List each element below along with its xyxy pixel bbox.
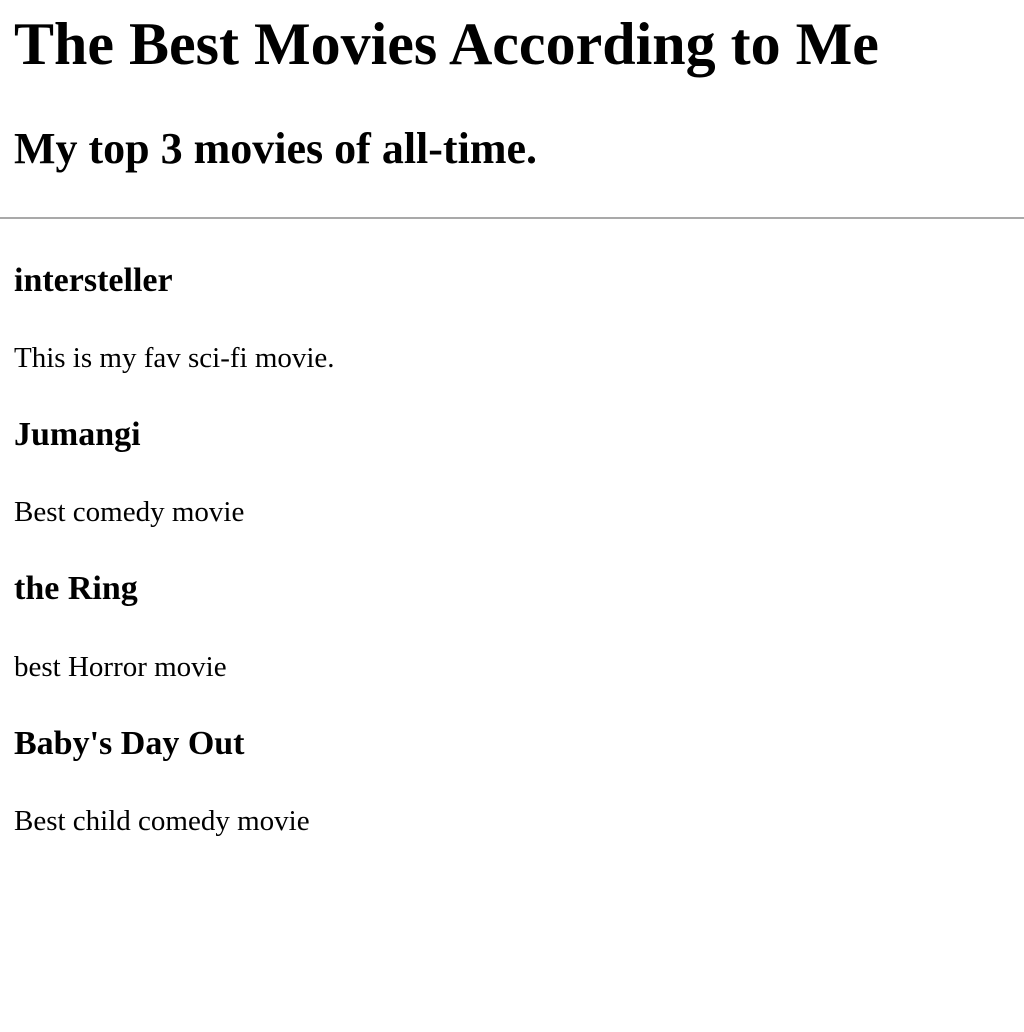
movie-description: This is my fav sci-fi movie. [14,341,335,374]
movie-description: Best child comedy movie [14,805,310,837]
movie-item: intersteller This is my fav sci-fi movie… [14,261,1024,375]
movie-description: best Horror movie [14,650,227,683]
movie-title: Jumangi [14,416,141,454]
movie-description: Best comedy movie [14,496,245,529]
page-content: The Best Movies According to Me My top 3… [0,10,1024,838]
movie-title: the Ring [14,570,138,608]
page-subtitle: My top 3 movies of all-time. [14,124,537,173]
movie-item: Baby's Day Out Best child comedy movie [14,724,1024,838]
page-title: The Best Movies According to Me [14,11,879,77]
movie-title: intersteller [14,261,173,299]
movie-item: Jumangi Best comedy movie [14,415,1024,529]
divider [0,216,1024,219]
movie-title: Baby's Day Out [14,724,245,762]
movie-list: intersteller This is my fav sci-fi movie… [14,261,1024,839]
movie-item: the Ring best Horror movie [14,569,1024,683]
